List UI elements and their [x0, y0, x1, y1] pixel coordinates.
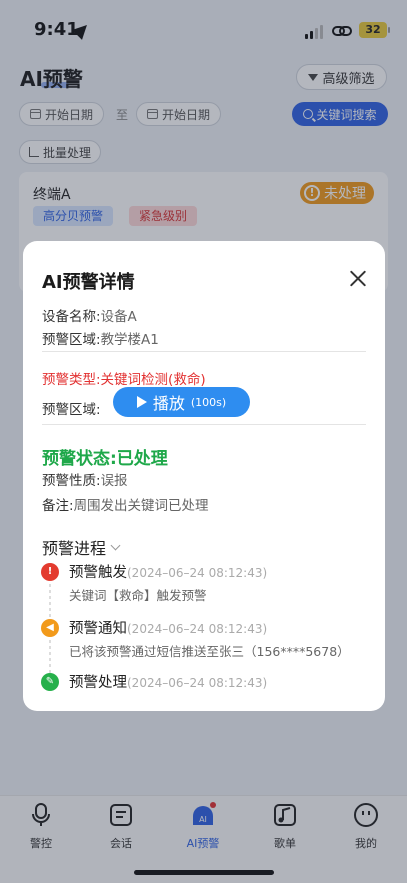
alert-area-value: 教学楼A1 — [100, 332, 159, 348]
alert-status-line: 预警状态:已处理 — [42, 449, 168, 469]
step-title: 预警处理 — [69, 675, 127, 691]
step-time: (2024–06–24 08:12:43) — [127, 676, 268, 690]
step-trigger-desc: 关键词【救命】触发预警 — [69, 588, 207, 603]
note-row: 备注:周围发出关键词已处理 — [42, 494, 209, 514]
modal-title: AI预警详情 — [42, 272, 135, 293]
step-notify-desc: 已将该预警通过短信推送至张三（156****5678） — [69, 644, 350, 659]
timeline-connector — [49, 640, 51, 673]
play-icon — [136, 396, 147, 408]
divider — [42, 351, 366, 352]
step-time: (2024–06–24 08:12:43) — [127, 622, 268, 636]
alert-progress-toggle[interactable]: 预警进程 — [42, 535, 121, 559]
divider — [42, 424, 366, 425]
speaker-icon: ◀ — [41, 619, 59, 637]
note-label: 备注: — [42, 498, 74, 514]
alert-area-row: 预警区域:教学楼A1 — [42, 328, 159, 348]
alert-area-label-2: 预警区域: — [42, 402, 101, 418]
device-name-label: 设备名称: — [42, 309, 101, 325]
step-title: 预警触发 — [69, 565, 127, 581]
document-check-icon: ✎ — [41, 673, 59, 691]
alert-detail-modal: AI预警详情 设备名称:设备A 预警区域:教学楼A1 预警类型:关键词检测(救命… — [23, 241, 385, 711]
alert-nature-row: 预警性质:误报 — [42, 469, 128, 489]
alert-nature-value: 误报 — [100, 473, 128, 489]
alert-nature-label: 预警性质: — [42, 473, 101, 489]
step-notify-title: 预警通知(2024–06–24 08:12:43) — [69, 617, 267, 638]
progress-title: 预警进程 — [42, 539, 107, 558]
play-audio-button[interactable]: 播放 (100s) — [113, 387, 250, 417]
chevron-down-icon — [110, 540, 121, 550]
step-time: (2024–06–24 08:12:43) — [127, 566, 268, 580]
step-title: 预警通知 — [69, 621, 127, 637]
note-value: 周围发出关键词已处理 — [73, 498, 209, 514]
alert-area-label: 预警区域: — [42, 332, 101, 348]
timeline-connector — [49, 584, 51, 617]
device-name-row: 设备名称:设备A — [42, 305, 137, 325]
alert-type-line: 预警类型:关键词检测(救命) — [42, 372, 206, 388]
warning-triangle-icon: ! — [41, 563, 59, 581]
step-trigger-title: 预警触发(2024–06–24 08:12:43) — [69, 561, 267, 582]
step-process-title: 预警处理(2024–06–24 08:12:43) — [69, 671, 267, 692]
device-name-value: 设备A — [100, 309, 137, 325]
play-label: 播放 — [152, 394, 185, 413]
play-duration: (100s) — [190, 395, 227, 409]
close-icon[interactable] — [349, 269, 367, 287]
